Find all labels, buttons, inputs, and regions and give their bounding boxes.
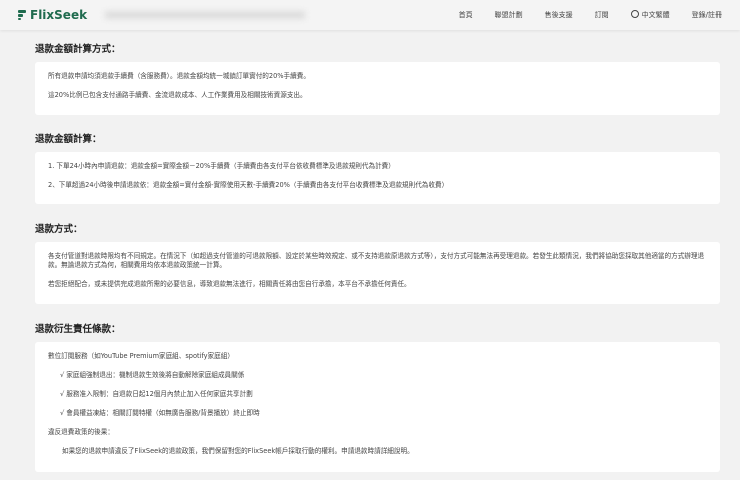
paragraph: 這20%比例已包含支付通路手續費、金流退款成本、人工作業費用及相關技術資源支出。 bbox=[48, 91, 307, 99]
nav-subscribe[interactable]: 訂閱 bbox=[595, 10, 609, 20]
globe-icon bbox=[630, 10, 639, 18]
section-card: 數位訂閱服務（如YouTube Premium家庭組、spotify家庭組） √… bbox=[35, 342, 720, 472]
check-item: √ 家庭組強制退出：機制退款生效後將自動解除家庭組成員關係 bbox=[60, 371, 245, 379]
section-title: 退款衍生責任條款： bbox=[35, 324, 121, 335]
nav-home[interactable]: 首頁 bbox=[459, 10, 473, 20]
paragraph: 各支付管道對退款時限均有不同規定。在情況下（如超過支付管道的可退款限額、設定於某… bbox=[48, 252, 705, 269]
top-nav-bar: FlixSeek 首頁 聯盟計劃 售後支援 訂閱 中文繁體 登錄/註冊 bbox=[0, 0, 740, 30]
check-item: √ 服務准入限制：自退款日起12個月內禁止加入任何家庭共享計劃 bbox=[60, 390, 253, 398]
paragraph: 如果您的退款申請違反了FlixSeek的退款政策，我們保留對您的FlixSeek… bbox=[62, 447, 414, 455]
section-card: 所有退款申請均須退款手續費（含服務費）。退款金額均統一城鎮訂單實付的20%手續費… bbox=[35, 62, 720, 115]
paragraph: 違反退費政策的後果： bbox=[48, 428, 114, 436]
section-title: 退款金額計算： bbox=[35, 134, 102, 145]
blurred-region bbox=[105, 11, 306, 19]
main-nav: 首頁 聯盟計劃 售後支援 訂閱 中文繁體 登錄/註冊 bbox=[459, 10, 722, 20]
brand-name: FlixSeek bbox=[30, 8, 88, 22]
paragraph: 1. 下單24小時內申請退款：退款金額=實際金額－20%手續費（手續費由各支付平… bbox=[48, 162, 395, 170]
paragraph: 若您拒絕配合，或未提供完成退款所需的必要信息，導致退款無法進行，相關責任將由您自… bbox=[48, 280, 411, 288]
paragraph: 2、下單超過24小時後申請退款依：退款金額=實付金額-實際使用天數-手續費20%… bbox=[48, 181, 449, 189]
section-card: 1. 下單24小時內申請退款：退款金額=實際金額－20%手續費（手續費由各支付平… bbox=[35, 152, 720, 204]
check-item: √ 會員權益凍結：相關訂閱特權（如無廣告服務/背景播放）終止即時 bbox=[60, 409, 260, 417]
section-title: 退款方式： bbox=[35, 224, 83, 235]
language-selector[interactable]: 中文繁體 bbox=[630, 10, 670, 20]
paragraph: 所有退款申請均須退款手續費（含服務費）。退款金額均統一城鎮訂單實付的20%手續費… bbox=[48, 72, 310, 80]
paragraph: 數位訂閱服務（如YouTube Premium家庭組、spotify家庭組） bbox=[48, 352, 234, 360]
logo-icon bbox=[18, 10, 26, 20]
section-title: 退款金額計算方式： bbox=[35, 44, 121, 55]
nav-login-register[interactable]: 登錄/註冊 bbox=[692, 10, 722, 20]
language-label: 中文繁體 bbox=[641, 11, 670, 19]
nav-support[interactable]: 售後支援 bbox=[545, 10, 573, 20]
brand-logo[interactable]: FlixSeek bbox=[18, 8, 87, 22]
nav-affiliate[interactable]: 聯盟計劃 bbox=[495, 10, 523, 20]
section-card: 各支付管道對退款時限均有不同規定。在情況下（如超過支付管道的可退款限額、設定於某… bbox=[35, 242, 720, 304]
